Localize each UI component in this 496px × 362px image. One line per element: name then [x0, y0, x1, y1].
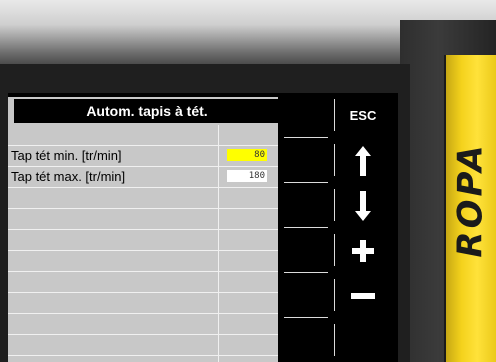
empty-row — [8, 314, 278, 335]
softkey-down[interactable] — [278, 183, 398, 228]
softkey-blank[interactable] — [278, 318, 398, 362]
blank-row — [8, 125, 278, 146]
empty-row — [8, 209, 278, 230]
empty-row — [8, 272, 278, 293]
display-screen: Autom. tapis à tét. Tap tét min. [tr/min… — [8, 93, 398, 362]
plus-icon — [338, 228, 388, 273]
row-divider — [218, 125, 219, 146]
softkey-divider — [334, 234, 335, 266]
parameter-label: Tap tét min. [tr/min] — [11, 148, 122, 163]
softkey-minus[interactable] — [278, 273, 398, 318]
softkey-divider — [334, 279, 335, 311]
row-divider — [218, 272, 219, 293]
parameter-row-max[interactable]: Tap tét max. [tr/min] 180 — [8, 167, 278, 188]
minus-icon — [338, 273, 388, 318]
softkey-divider — [334, 324, 335, 356]
parameter-panel: Autom. tapis à tét. Tap tét min. [tr/min… — [8, 97, 280, 362]
brand-logo: ROPA — [451, 100, 491, 300]
empty-row — [8, 188, 278, 209]
softkey-divider — [334, 99, 335, 131]
empty-row — [8, 293, 278, 314]
empty-row — [8, 335, 278, 356]
softkey-divider — [334, 144, 335, 176]
arrow-down-icon — [338, 183, 388, 228]
row-divider — [218, 293, 219, 314]
softkey-up[interactable] — [278, 138, 398, 183]
parameter-row-min[interactable]: Tap tét min. [tr/min] 80 — [8, 146, 278, 167]
parameter-value-field[interactable]: 180 — [227, 170, 267, 182]
esc-label: ESC — [338, 93, 388, 138]
page-title: Autom. tapis à tét. — [14, 99, 280, 123]
row-divider — [218, 230, 219, 251]
row-divider — [218, 356, 219, 362]
brand-name: ROPA — [451, 142, 492, 258]
softkey-column: ESC — [278, 93, 398, 362]
empty-row — [8, 251, 278, 272]
row-divider — [218, 314, 219, 335]
esc-button-label: ESC — [349, 108, 377, 123]
softkey-esc[interactable]: ESC — [278, 93, 398, 138]
row-divider — [218, 146, 219, 167]
row-divider — [218, 251, 219, 272]
arrow-up-icon — [338, 138, 388, 183]
row-divider — [218, 188, 219, 209]
parameter-value-field[interactable]: 80 — [227, 149, 267, 161]
softkey-divider — [334, 189, 335, 221]
empty-row — [8, 356, 278, 362]
empty-row — [8, 230, 278, 251]
parameter-label: Tap tét max. [tr/min] — [11, 169, 126, 184]
row-divider — [218, 209, 219, 230]
softkey-plus[interactable] — [278, 228, 398, 273]
row-divider — [218, 167, 219, 188]
row-divider — [218, 335, 219, 356]
